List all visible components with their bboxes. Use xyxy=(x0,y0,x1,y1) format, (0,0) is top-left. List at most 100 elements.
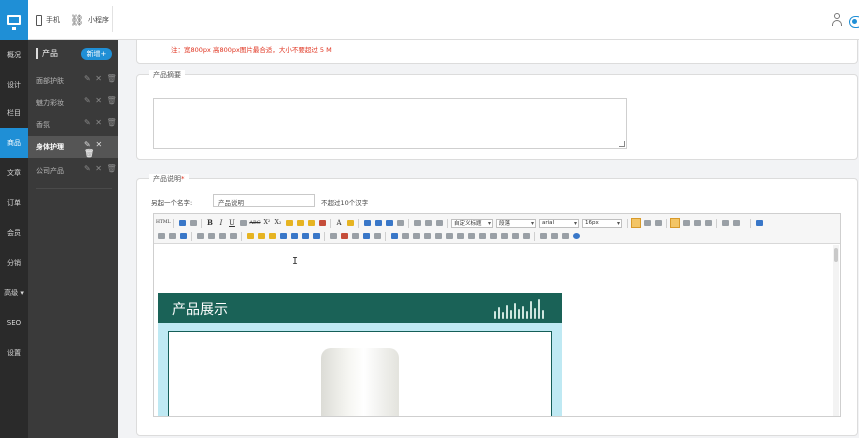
case-lower-icon[interactable] xyxy=(731,218,741,228)
row-spacing-top-icon[interactable] xyxy=(412,218,422,228)
category-item-facial-care[interactable]: 面部护肤 ✎ ✕ 🗑 xyxy=(28,70,118,92)
split-rows-icon[interactable] xyxy=(510,231,520,241)
clear-doc-icon[interactable] xyxy=(395,218,405,228)
page-break-icon[interactable] xyxy=(328,231,338,241)
paragraph-select[interactable]: 段落 xyxy=(496,218,536,228)
align-center-icon[interactable] xyxy=(681,218,691,228)
map-icon[interactable] xyxy=(300,231,310,241)
font-size-select[interactable]: 16px xyxy=(582,218,622,228)
category-actions-icons[interactable]: ✎ ✕ 🗑 xyxy=(84,96,118,105)
nav-item-columns[interactable]: 栏目 xyxy=(0,98,28,128)
source-button[interactable]: HTML xyxy=(156,218,171,228)
nav-item-settings[interactable]: 设置 xyxy=(0,338,28,368)
editor-content-area[interactable]: I 产品展示 xyxy=(154,245,840,416)
print-icon[interactable] xyxy=(538,231,548,241)
superscript-button[interactable]: X² xyxy=(262,218,272,228)
nav-item-overview[interactable]: 概况 xyxy=(0,40,28,70)
insert-paragraph-icon[interactable] xyxy=(411,231,421,241)
align-left-button[interactable] xyxy=(670,218,680,228)
insert-table-icon[interactable] xyxy=(389,231,399,241)
insert-row-icon[interactable] xyxy=(422,231,432,241)
row-spacing-bottom-icon[interactable] xyxy=(423,218,433,228)
category-actions-icons[interactable]: ✎ ✕ 🗑 xyxy=(84,74,118,83)
split-cells-icon[interactable] xyxy=(499,231,509,241)
unlink-icon[interactable] xyxy=(167,231,177,241)
auto-typeset-icon[interactable] xyxy=(306,218,316,228)
image-float-left-icon[interactable] xyxy=(206,231,216,241)
nav-item-distribution[interactable]: 分销 xyxy=(0,248,28,278)
format-match-icon[interactable] xyxy=(284,218,294,228)
italic-button[interactable]: I xyxy=(216,218,226,228)
clear-format-icon[interactable] xyxy=(295,218,305,228)
time-icon[interactable] xyxy=(350,231,360,241)
mini-program-tab[interactable]: ⛓ 小程序 xyxy=(70,0,109,40)
date-icon[interactable] xyxy=(339,231,349,241)
emotion-icon[interactable] xyxy=(256,231,266,241)
indent-icon[interactable] xyxy=(653,218,663,228)
desktop-view-button[interactable] xyxy=(0,0,28,40)
nav-item-products[interactable]: 商品 xyxy=(0,128,28,158)
font-color-button[interactable]: A xyxy=(334,218,344,228)
merge-right-icon[interactable] xyxy=(477,231,487,241)
search-icon[interactable] xyxy=(560,231,570,241)
image-float-none-icon[interactable] xyxy=(195,231,205,241)
toggle-icon[interactable] xyxy=(849,16,859,28)
attachment-icon[interactable] xyxy=(289,231,299,241)
paste-plain-icon[interactable] xyxy=(317,218,327,228)
anchor-icon[interactable] xyxy=(178,231,188,241)
mobile-view-tab[interactable]: 手机 xyxy=(36,0,60,40)
delete-table-icon[interactable] xyxy=(400,231,410,241)
delete-row-icon[interactable] xyxy=(433,231,443,241)
video-icon[interactable] xyxy=(278,231,288,241)
nav-item-advanced[interactable]: 高级 ▾ xyxy=(0,278,28,308)
preview-icon[interactable] xyxy=(549,231,559,241)
nav-item-members[interactable]: 会员 xyxy=(0,218,28,248)
nav-item-design[interactable]: 设计 xyxy=(0,70,28,100)
category-actions-icons[interactable]: ✎ ✕ 🗑 xyxy=(84,118,118,127)
add-category-button[interactable]: 新增+ xyxy=(81,48,112,60)
horizontal-rule-icon[interactable] xyxy=(156,231,166,241)
redo-icon[interactable] xyxy=(188,218,198,228)
alias-input[interactable]: 产品说明 xyxy=(213,194,315,207)
delete-col-icon[interactable] xyxy=(455,231,465,241)
line-height-icon[interactable] xyxy=(434,218,444,228)
font-family-select[interactable]: arial xyxy=(539,218,579,228)
merge-down-icon[interactable] xyxy=(488,231,498,241)
case-upper-icon[interactable] xyxy=(720,218,730,228)
editor-scroll-thumb[interactable] xyxy=(834,248,838,262)
direction-ltr-button[interactable] xyxy=(631,218,641,228)
nav-item-articles[interactable]: 文章 xyxy=(0,158,28,188)
image-icon[interactable] xyxy=(245,231,255,241)
scrawl-icon[interactable] xyxy=(267,231,277,241)
category-actions-icons[interactable]: ✎ ✕ 🗑 xyxy=(84,140,118,158)
category-item-body-care[interactable]: 身体护理 ✎ ✕ 🗑 xyxy=(28,136,118,158)
font-border-icon[interactable] xyxy=(238,218,248,228)
image-center-icon[interactable] xyxy=(228,231,238,241)
custom-style-select[interactable]: 自定义标题 xyxy=(451,218,493,228)
merge-cells-icon[interactable] xyxy=(466,231,476,241)
bold-button[interactable]: B xyxy=(205,218,215,228)
summary-textarea[interactable] xyxy=(153,98,627,149)
editor-scrollbar[interactable] xyxy=(833,245,839,416)
align-right-icon[interactable] xyxy=(692,218,702,228)
select-all-icon[interactable] xyxy=(384,218,394,228)
undo-icon[interactable] xyxy=(177,218,187,228)
resize-grip-icon[interactable] xyxy=(619,141,625,147)
nav-item-seo[interactable]: SEO xyxy=(0,308,28,338)
ordered-list-icon[interactable] xyxy=(362,218,372,228)
direction-rtl-icon[interactable] xyxy=(642,218,652,228)
strikethrough-button[interactable]: ABC xyxy=(249,218,261,228)
underline-button[interactable]: U xyxy=(227,218,237,228)
align-justify-icon[interactable] xyxy=(703,218,713,228)
category-item-makeup[interactable]: 魅力彩妆 ✎ ✕ 🗑 xyxy=(28,92,118,114)
help-icon[interactable] xyxy=(571,231,581,241)
split-cols-icon[interactable] xyxy=(521,231,531,241)
subscript-button[interactable]: X₂ xyxy=(273,218,283,228)
category-actions-icons[interactable]: ✎ ✕ 🗑 xyxy=(84,164,118,173)
user-icon[interactable] xyxy=(831,13,843,27)
background-color-icon[interactable] xyxy=(345,218,355,228)
category-item-company-products[interactable]: 公司产品 ✎ ✕ 🗑 xyxy=(28,160,118,182)
unordered-list-icon[interactable] xyxy=(373,218,383,228)
category-item-fragrance[interactable]: 香氛 ✎ ✕ 🗑 xyxy=(28,114,118,136)
insert-frame-icon[interactable] xyxy=(311,231,321,241)
